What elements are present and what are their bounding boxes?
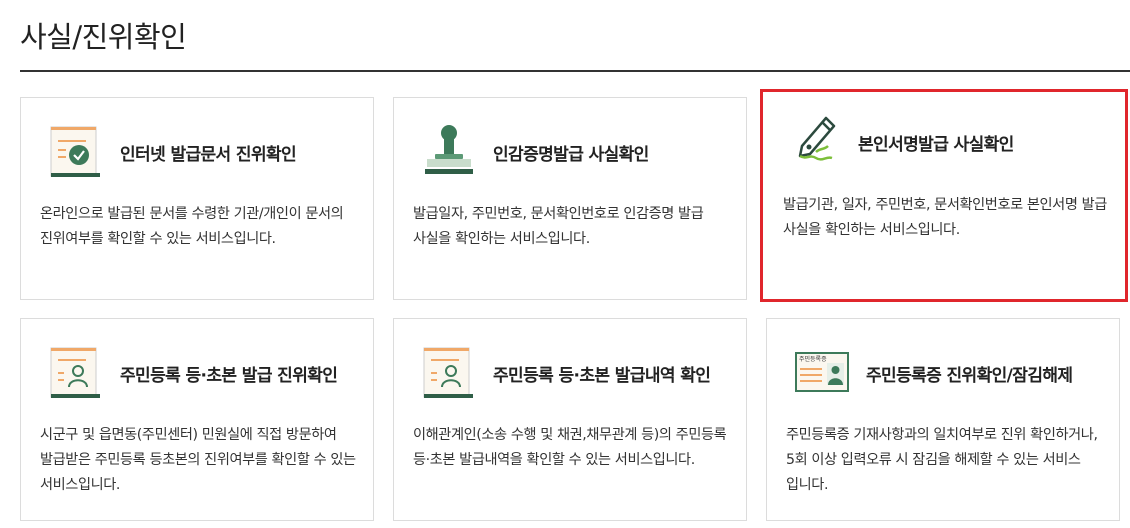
card-description: 시군구 및 읍면동(주민센터) 민원실에 직접 방문하여 발급받은 주민등록 등… xyxy=(40,427,356,493)
id-card-icon: 주민등록증 xyxy=(795,352,849,392)
person-document-icon xyxy=(50,347,100,398)
card-description: 발급기관, 일자, 주민번호, 문서확인번호로 본인서명 발급 사실을 확인하는… xyxy=(783,197,1107,238)
card-description: 발급일자, 주민번호, 문서확인번호로 인감증명 발급 사실을 확인하는 서비스… xyxy=(413,206,704,247)
title-divider xyxy=(20,70,1130,72)
card-title: 주민등록증 진위확인/잠김해제 xyxy=(866,365,1073,386)
card-seal-certificate-confirmation[interactable]: 인감증명발급 사실확인 발급일자, 주민번호, 문서확인번호로 인감증명 발급 … xyxy=(393,97,747,300)
card-resident-id-verification[interactable]: 주민등록증 주민등록증 진위확인/잠김해제 주민등록증 기재사항과의 일치여부로… xyxy=(766,318,1120,521)
document-check-icon xyxy=(50,126,100,177)
card-title: 인감증명발급 사실확인 xyxy=(493,144,649,165)
card-resident-copy-history[interactable]: 주민등록 등·초본 발급내역 확인 이해관계인(소송 수행 및 채권,채무관계 … xyxy=(393,318,747,521)
card-title: 주민등록 등·초본 발급 진위확인 xyxy=(120,365,338,386)
card-internet-document-verification[interactable]: 인터넷 발급문서 진위확인 온라인으로 발급된 문서를 수령한 기관/개인이 문… xyxy=(20,97,374,300)
card-signature-issuance-confirmation[interactable]: 본인서명발급 사실확인 발급기관, 일자, 주민번호, 문서확인번호로 본인서명… xyxy=(760,89,1128,302)
card-title: 본인서명발급 사실확인 xyxy=(858,134,1014,155)
card-title: 인터넷 발급문서 진위확인 xyxy=(120,144,297,165)
svg-text:주민등록증: 주민등록증 xyxy=(799,355,827,363)
card-title: 주민등록 등·초본 발급내역 확인 xyxy=(493,365,711,386)
page-title: 사실/진위확인 xyxy=(20,20,187,54)
seal-stamp-icon xyxy=(425,125,473,174)
card-resident-copy-verification[interactable]: 주민등록 등·초본 발급 진위확인 시군구 및 읍면동(주민센터) 민원실에 직… xyxy=(20,318,374,521)
card-description: 온라인으로 발급된 문서를 수령한 기관/개인이 문서의 진위여부를 확인할 수… xyxy=(40,206,344,247)
card-description: 주민등록증 기재사항과의 일치여부로 진위 확인하거나, 5회 이상 입력오류 … xyxy=(786,427,1098,493)
fountain-pen-icon xyxy=(798,116,836,161)
card-description: 이해관계인(소송 수행 및 채권,채무관계 등)의 주민등록 등·초본 발급내역… xyxy=(413,427,727,468)
person-document-icon xyxy=(423,347,473,398)
